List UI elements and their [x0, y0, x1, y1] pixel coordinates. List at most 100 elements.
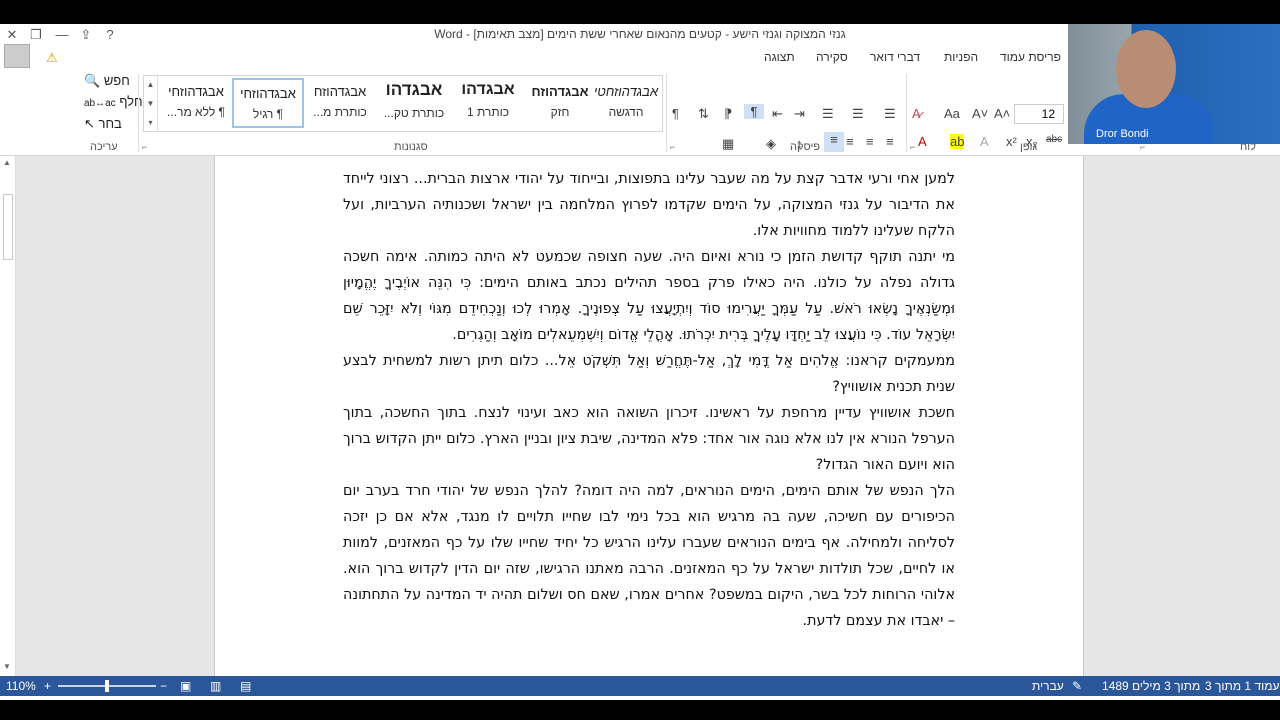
zoom-in-icon[interactable]: + — [44, 679, 51, 693]
style-no-spacing[interactable]: אבגדהוזחי ¶ ללא מר... — [160, 78, 232, 128]
find-label: חפש — [103, 73, 130, 88]
word-count[interactable]: 1489 מתוך 3 מילים — [1102, 679, 1200, 693]
tab-review[interactable]: סקירה — [816, 50, 848, 64]
ribbon-display-icon[interactable]: ⇪ — [76, 26, 96, 44]
style-heading-1[interactable]: אבגדהו כותרת 1 — [452, 78, 524, 128]
gallery-up-icon[interactable]: ▲ — [144, 76, 158, 94]
change-case-icon[interactable]: Aa — [944, 106, 960, 121]
group-divider — [138, 74, 139, 152]
strikethrough-icon[interactable]: abc — [1046, 134, 1062, 145]
select-button[interactable]: בחר ↖ — [84, 116, 122, 132]
vertical-scrollbar[interactable]: ▲ ▼ — [0, 156, 16, 676]
style-title[interactable]: אבגדהו כותרת טק... — [376, 78, 452, 128]
sort-icon[interactable]: ⇅ — [698, 106, 709, 122]
scroll-thumb[interactable] — [3, 194, 13, 260]
replace-icon: ab↔ac — [84, 98, 116, 109]
editing-launcher-icon[interactable]: ⌐ — [142, 142, 147, 152]
clear-formatting-icon[interactable]: A̷ — [912, 106, 921, 121]
style-emphasis[interactable]: אבגדהוזחטי הדגשה — [590, 78, 662, 128]
zoom-slider[interactable] — [58, 680, 156, 692]
font-color-icon[interactable]: A — [918, 134, 927, 149]
align-right-icon[interactable]: ≡ — [824, 132, 844, 152]
style-name: ¶ רגיל — [252, 107, 284, 121]
tab-references[interactable]: הפניות — [944, 50, 978, 64]
paragraph-4[interactable]: חשכת אושוויץ עדיין מרחפת על ראשינו. זיכר… — [343, 400, 955, 478]
minimize-icon[interactable]: — — [52, 26, 72, 44]
style-sample: אבגדהוזח — [531, 84, 589, 99]
style-subtitle[interactable]: אבגדהוזח כותרת מ... — [304, 78, 376, 128]
numbered-list-icon[interactable]: ☰ — [852, 106, 864, 122]
style-name: הדגשה — [608, 105, 644, 119]
gallery-more-icon[interactable]: ▾ — [144, 114, 158, 132]
replace-button[interactable]: החלף ab↔ac — [84, 94, 151, 109]
styles-launcher-icon[interactable]: ⌐ — [670, 142, 675, 152]
close-icon[interactable]: ✕ — [2, 26, 22, 44]
style-name: חזק — [550, 105, 570, 119]
binoculars-icon: 🔍 — [84, 73, 101, 88]
find-button[interactable]: חפש 🔍 — [84, 73, 130, 89]
status-bar: עמוד 1 מתוך 3 1489 מתוך 3 מילים ✎ עברית … — [0, 676, 1280, 696]
borders-icon[interactable]: ▦ — [722, 136, 734, 152]
multilevel-list-icon[interactable]: ☰ — [822, 106, 834, 122]
style-name: ¶ ללא מר... — [167, 105, 225, 119]
paragraph-launcher-icon[interactable]: ⌐ — [910, 142, 915, 152]
font-size-field[interactable]: 12 — [1014, 104, 1064, 124]
document-body[interactable]: למען אחי ורעי אדבר קצת על מה שעבר עלינו … — [343, 166, 955, 634]
style-strong[interactable]: אבגדהוזח חזק — [524, 78, 596, 128]
style-sample: אבגדהוזחטי — [593, 84, 659, 99]
gallery-down-icon[interactable]: ▼ — [144, 95, 158, 113]
justify-icon[interactable]: ≡ — [886, 134, 894, 149]
group-label-font: גופן — [1020, 141, 1038, 153]
print-layout-icon[interactable]: ▤ — [240, 679, 251, 693]
scroll-down-icon[interactable]: ▼ — [3, 662, 11, 671]
tab-mailings[interactable]: דברי דואר — [870, 50, 920, 64]
select-label: בחר — [98, 116, 122, 131]
presenter-head — [1116, 30, 1176, 108]
group-label-styles: סגנונות — [394, 141, 428, 153]
ltr-icon[interactable]: ⁋ — [724, 106, 732, 122]
proofing-icon[interactable]: ✎ — [1072, 679, 1082, 693]
superscript-icon[interactable]: x² — [1006, 134, 1017, 149]
paragraph-3[interactable]: ממעמקים קראנו: אֱלֹהִים אַל דֳּמִי לָךְ,… — [343, 348, 955, 400]
tab-view[interactable]: תצוגה — [764, 50, 795, 64]
align-left-icon[interactable]: ≡ — [866, 134, 874, 149]
group-label-paragraph: פיסקה — [790, 141, 821, 153]
highlight-icon[interactable]: ab — [950, 134, 965, 149]
bullet-list-icon[interactable]: ☰ — [884, 106, 896, 122]
group-divider — [666, 74, 667, 152]
web-layout-icon[interactable]: ▣ — [180, 679, 191, 693]
page-count[interactable]: עמוד 1 מתוך 3 — [1205, 679, 1279, 693]
webcam-overlay: Dror Bondi — [1068, 24, 1280, 144]
style-name: כותרת מ... — [313, 105, 367, 119]
zoom-out-icon[interactable]: − — [160, 679, 167, 693]
style-sample: אבגדהוזחי — [240, 86, 296, 101]
style-sample: אבגדהו — [385, 80, 443, 99]
styles-gallery[interactable]: ▲ ▼ ▾ אבגדהוזחי ¶ ללא מר... אבגדהוזחי ¶ … — [143, 75, 663, 132]
cursor-icon: ↖ — [84, 116, 95, 131]
ribbon-tabs: פריסת עמוד הפניות דברי דואר סקירה תצוגה — [0, 46, 1068, 70]
text-effects-icon[interactable]: A — [980, 134, 989, 149]
zoom-slider-thumb[interactable] — [105, 680, 109, 692]
restore-icon[interactable]: ❐ — [26, 26, 46, 44]
document-page[interactable]: למען אחי ורעי אדבר קצת על מה שעבר עלינו … — [214, 156, 1084, 676]
tab-page-layout[interactable]: פריסת עמוד — [1000, 50, 1061, 64]
rtl-icon[interactable]: ¶ — [744, 104, 764, 119]
style-normal[interactable]: אבגדהוזחי ¶ רגיל — [232, 78, 304, 128]
decrease-indent-icon[interactable]: ⇥ — [794, 106, 805, 122]
paragraph-2[interactable]: מי יתנה תוקף קדושת הזמן כי נורא ואיום הי… — [343, 244, 955, 348]
read-mode-icon[interactable]: ▥ — [210, 679, 221, 693]
zoom-level[interactable]: 110% — [6, 679, 36, 693]
scroll-up-icon[interactable]: ▲ — [3, 158, 11, 167]
shrink-font-icon[interactable]: A˅ — [972, 106, 988, 121]
document-area: ▲ ▼ למען אחי ורעי אדבר קצת על מה שעבר על… — [0, 156, 1280, 676]
grow-font-icon[interactable]: A˄ — [994, 106, 1010, 121]
paragraph-1[interactable]: למען אחי ורעי אדבר קצת על מה שעבר עלינו … — [343, 166, 955, 244]
paragraph-5[interactable]: הלך הנפש של אותם הימים, הימים הנוראים, ל… — [343, 478, 955, 634]
align-center-icon[interactable]: ≡ — [846, 134, 854, 149]
help-icon[interactable]: ? — [100, 26, 120, 44]
increase-indent-icon[interactable]: ⇤ — [772, 106, 783, 122]
pilcrow-icon[interactable]: ¶ — [672, 106, 679, 121]
style-name: כותרת טק... — [383, 106, 445, 120]
shading-icon[interactable]: ◈ — [766, 136, 776, 152]
language[interactable]: עברית — [1032, 679, 1064, 693]
